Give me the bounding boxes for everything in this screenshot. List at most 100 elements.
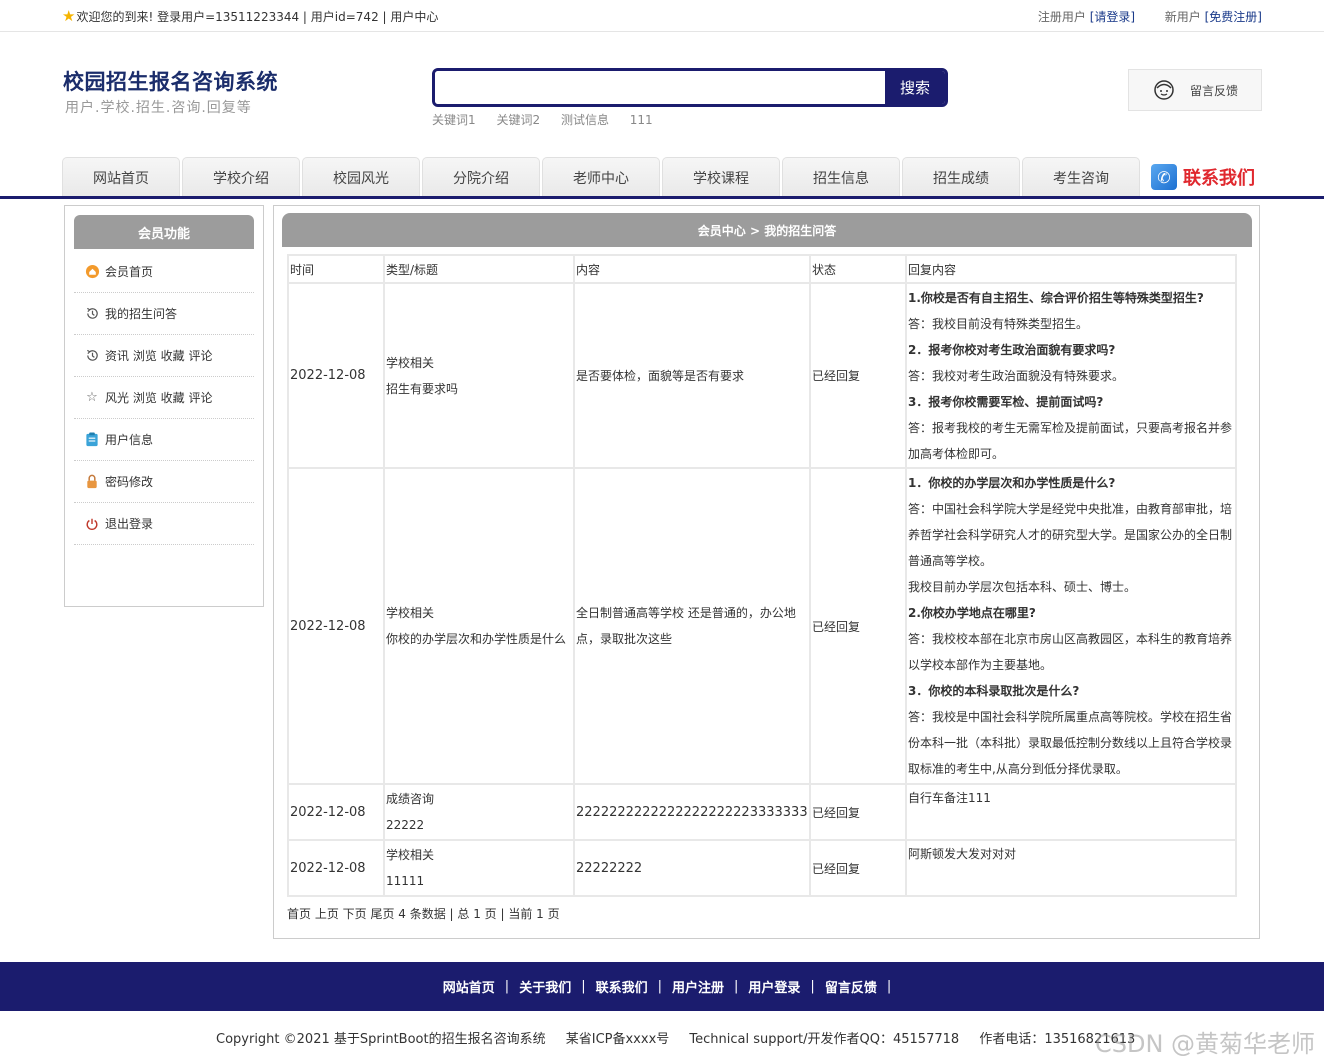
column-header-time: 时间 [289,256,383,282]
hotword[interactable]: 关键词1 [432,113,476,127]
nav-tab-campus[interactable]: 校园风光 [302,157,420,197]
sidebar-item-label: 我的招生问答 [105,307,178,321]
cell-date: 2022-12-08 [289,785,383,839]
reply-answer: 阿斯顿发大发对对对 [908,847,1017,861]
support-text: Technical support/开发作者QQ：45157718 [689,1032,960,1047]
star-icon: ★ [62,7,76,25]
footer-link-about[interactable]: 关于我们 [519,977,571,996]
cell-reply: 1．你校的办学层次和办学性质是什么? 答：中国社会科学院大学是经党中央批准，由教… [907,469,1235,783]
cell-type-title: 学校相关 11111 [385,841,573,895]
sidebar-item-label: 密码修改 [105,475,154,489]
cell-content: 22222222 [575,841,809,895]
cell-status: 已经回复 [811,284,905,467]
login-link[interactable]: [请登录] [1090,10,1135,24]
nav-tab-scores[interactable]: 招生成绩 [902,157,1020,197]
breadcrumb: 会员中心 > 我的招生问答 [282,213,1252,247]
sidebar-item-scenery-activity[interactable]: ☆ 风光 浏览 收藏 评论 [74,377,254,419]
reply-answer: 答：报考我校的考生无需军检及提前面试，只要高考报名并参加高考体检即可。 [908,420,1233,461]
reply-question: 3．你校的本科录取批次是什么? [908,684,1080,698]
footer-link-register[interactable]: 用户注册 [672,977,724,996]
search-button[interactable]: 搜索 [885,71,945,104]
footer-link-feedback[interactable]: 留言反馈 [825,977,877,996]
sidebar-item-label: 资讯 浏览 收藏 评论 [105,349,213,363]
pagination[interactable]: 首页 上页 下页 尾页 4 条数据 | 总 1 页 | 当前 1 页 [287,905,560,922]
table-row: 2022-12-08 成绩咨询 22222 222222222222222222… [289,785,1235,839]
sidebar-item-label: 会员首页 [105,265,154,279]
reply-answer: 自行车备注111 [908,791,991,805]
site-title[interactable]: 校园招生报名咨询系统 [63,66,278,96]
account-links: 注册用户 [请登录] 新用户 [免费注册] [1038,8,1262,25]
new-user-label: 新用户 [1164,10,1201,24]
registered-user-label: 注册用户 [1037,10,1086,24]
cell-reply: 阿斯顿发大发对对对 [907,841,1235,895]
history-icon [84,306,100,322]
table-row: 2022-12-08 学校相关 11111 22222222 已经回复 阿斯顿发… [289,841,1235,895]
register-link[interactable]: [免费注册] [1205,10,1262,24]
column-header-type-title: 类型/标题 [385,256,573,282]
footer-link-contact[interactable]: 联系我们 [596,977,648,996]
nav-tab-consult[interactable]: 考生咨询 [1022,157,1140,197]
hotword[interactable]: 111 [630,113,653,127]
column-header-content: 内容 [575,256,809,282]
sidebar-item-member-home[interactable]: 会员首页 [74,251,254,293]
sidebar-item-logout[interactable]: 退出登录 [74,503,254,545]
history-icon [84,348,100,364]
sidebar-title: 会员功能 [74,215,254,249]
power-icon [84,516,100,532]
nav-divider [0,196,1324,199]
cell-content: 2222222222222222222223333333 [575,785,809,839]
welcome-area: ★ 欢迎您的到来! 登录用户=13511223344 | 用户id=742 | … [62,7,438,25]
cell-date: 2022-12-08 [289,469,383,783]
phone-icon: ✆ [1151,164,1177,190]
cell-content: 是否要体检，面貌等是否有要求 [575,284,809,467]
column-header-reply: 回复内容 [907,256,1235,282]
nav-tab-home[interactable]: 网站首页 [62,157,180,197]
reply-answer: 答：我校是中国社会科学院所属重点高等院校。学校在招生省份本科一批（本科批）录取最… [908,710,1233,776]
footer-link-login[interactable]: 用户登录 [748,977,800,996]
copyright-bar: Copyright ©2021 基于SprintBoot的招生报名咨询系统 某省… [216,1028,1151,1047]
nav-tab-courses[interactable]: 学校课程 [662,157,780,197]
nav-tab-teachers[interactable]: 老师中心 [542,157,660,197]
icp-text: 某省ICP备xxxx号 [565,1032,670,1047]
cell-title: 你校的办学层次和办学性质是什么 [386,632,567,646]
contact-us-label: 联系我们 [1183,168,1255,189]
sidebar-item-change-password[interactable]: 密码修改 [74,461,254,503]
cell-type: 学校相关 [386,848,435,862]
cell-date: 2022-12-08 [289,841,383,895]
hotword[interactable]: 测试信息 [561,113,609,127]
reply-question: 2.你校办学地点在哪里? [908,606,1036,620]
hot-keywords: 关键词1 关键词2 测试信息 111 [432,111,670,128]
sidebar-item-my-qa[interactable]: 我的招生问答 [74,293,254,335]
search-input[interactable] [435,71,885,104]
hotword[interactable]: 关键词2 [496,113,540,127]
footer-link-home[interactable]: 网站首页 [443,977,495,996]
sidebar-item-label: 退出登录 [105,517,154,531]
clipboard-icon [84,432,100,448]
contact-us-link[interactable]: ✆ 联系我们 [1151,162,1255,192]
cell-type-title: 学校相关 你校的办学层次和办学性质是什么 [385,469,573,783]
cell-date: 2022-12-08 [289,284,383,467]
feedback-button[interactable]: 留言反馈 [1128,69,1262,111]
reply-answer: 答：我校目前没有特殊类型招生。 [908,316,1089,331]
reply-question: 2．报考你校对考生政治面貌有要求吗? [908,342,1116,357]
reply-question: 3．报考你校需要军检、提前面试吗? [908,394,1104,409]
sidebar-item-user-info[interactable]: 用户信息 [74,419,254,461]
cell-type: 成绩咨询 [386,792,435,806]
member-sidebar: 会员功能 会员首页 我的招生问答 资讯 浏览 收藏 评论 ☆ 风光 浏览 收藏 … [64,205,264,607]
nav-tab-school-intro[interactable]: 学校介绍 [182,157,300,197]
column-header-status: 状态 [811,256,905,282]
site-subtitle: 用户.学校.招生.咨询.回复等 [65,100,252,116]
nav-tab-branches[interactable]: 分院介绍 [422,157,540,197]
reply-answer: 我校目前办学层次包括本科、硕士、博士。 [908,580,1137,594]
reply-question: 1．你校的办学层次和办学性质是什么? [908,476,1116,490]
cell-type-title: 学校相关 招生有要求吗 [385,284,573,467]
table-header-row: 时间 类型/标题 内容 状态 回复内容 [289,256,1235,282]
table-row: 2022-12-08 学校相关 招生有要求吗 是否要体检，面貌等是否有要求 已经… [289,284,1235,467]
cell-content: 全日制普通高等学校 还是普通的，办公地点，录取批次这些 [575,469,809,783]
sidebar-item-news-activity[interactable]: 资讯 浏览 收藏 评论 [74,335,254,377]
reply-answer: 答：我校校本部在北京市房山区高教园区，本科生的教育培养以学校本部作为主要基地。 [908,632,1233,672]
sidebar-item-label: 用户信息 [105,433,154,447]
top-bar: ★ 欢迎您的到来! 登录用户=13511223344 | 用户id=742 | … [0,0,1324,32]
cell-type: 学校相关 [386,355,435,370]
nav-tab-admissions[interactable]: 招生信息 [782,157,900,197]
